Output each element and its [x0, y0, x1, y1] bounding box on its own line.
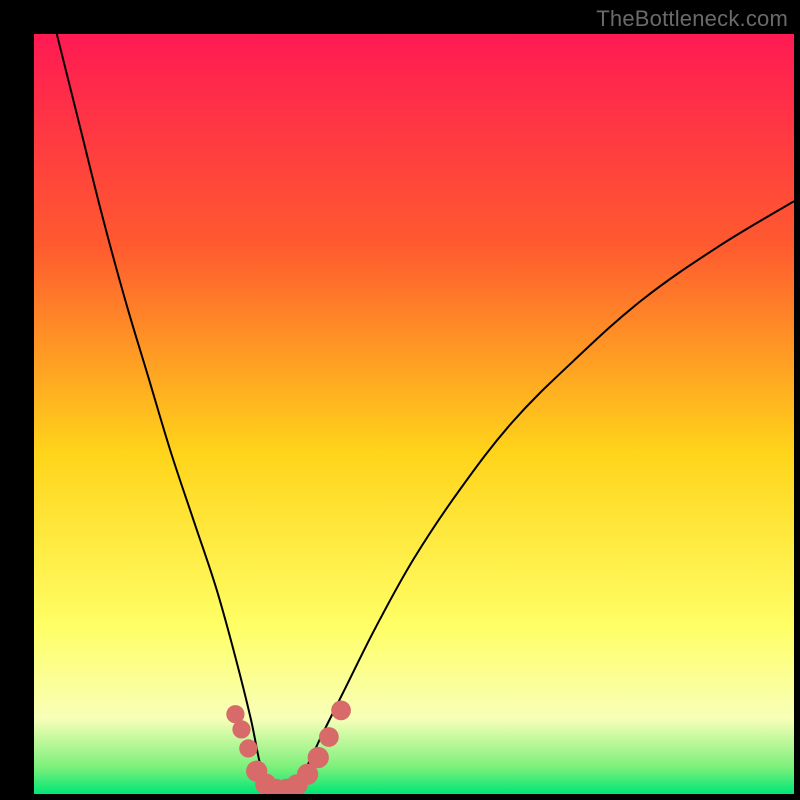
highlight-point [232, 720, 250, 738]
highlight-point [331, 701, 351, 721]
highlight-point [308, 747, 329, 768]
chart-background [34, 34, 794, 794]
chart-frame [34, 34, 794, 794]
watermark-label: TheBottleneck.com [596, 6, 788, 32]
highlight-point [239, 739, 257, 757]
chart-svg [34, 34, 794, 794]
highlight-point [319, 727, 339, 747]
